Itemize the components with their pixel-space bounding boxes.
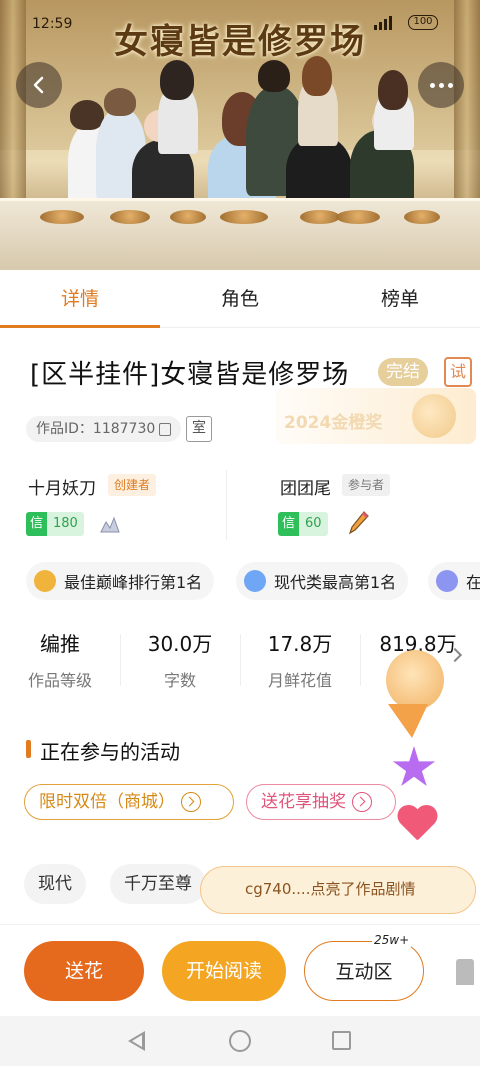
copy-icon <box>159 422 172 436</box>
trial-badge[interactable]: 试 <box>444 357 472 387</box>
back-button[interactable] <box>16 62 62 108</box>
food-plate <box>110 210 150 224</box>
gift-cone-icon <box>388 704 428 738</box>
stat-divider <box>360 634 361 686</box>
tab-ranking[interactable]: 榜单 <box>320 270 480 328</box>
signal-icon <box>374 16 392 30</box>
honor-chip[interactable]: 最佳巅峰排行第1名 <box>26 562 215 600</box>
tab-details[interactable]: 详情 <box>0 270 160 328</box>
stat-label: 作品等级 <box>27 671 92 690</box>
food-plate <box>40 210 84 224</box>
food-plate <box>170 210 206 224</box>
honor-text: 最佳巅峰排行第1名 <box>64 573 203 592</box>
dining-table <box>0 198 480 270</box>
system-nav-bar <box>0 1016 480 1066</box>
interaction-button[interactable]: 互动区 <box>304 941 424 1001</box>
more-button[interactable] <box>418 62 464 108</box>
send-flower-button[interactable]: 送花 <box>24 941 144 1001</box>
author-name[interactable]: 十月妖刀 <box>28 474 96 499</box>
tag-chip[interactable]: 现代 <box>24 864 86 904</box>
avatar-frame-icon <box>100 516 120 533</box>
chevron-right-circle-icon <box>352 792 372 812</box>
tab-roles[interactable]: 角色 <box>160 270 320 328</box>
credit-label: 信 <box>26 512 48 536</box>
stat-label: 月鲜花值 <box>267 671 332 690</box>
category-icon <box>244 570 266 592</box>
credit-badge: 信 180 <box>26 512 84 536</box>
activity-label: 限时双倍（商城） <box>39 792 175 812</box>
honor-text: 现代类最高第1名 <box>274 573 397 592</box>
bottom-action-bar: 送花 开始阅读 互动区 25w+ <box>0 924 480 1016</box>
pencil-icon <box>348 511 369 535</box>
interaction-count: 25w+ <box>372 933 412 947</box>
tag-chip[interactable]: 千万至尊 <box>110 864 206 904</box>
activity-flower-lottery[interactable]: 送花享抽奖 <box>246 784 396 820</box>
more-dots-icon <box>429 82 435 88</box>
tab-active-indicator <box>0 325 160 328</box>
section-marker <box>26 740 31 758</box>
credit-value: 180 <box>47 512 84 536</box>
stat-value: 30.0万 <box>147 632 213 656</box>
credit-badge: 信 60 <box>278 512 328 536</box>
honor-chip[interactable]: 在 <box>428 562 480 600</box>
activities-title: 正在参与的活动 <box>40 740 180 764</box>
stat-level: 编推 作品等级 <box>10 628 110 691</box>
stat-divider <box>120 634 121 686</box>
credit-label: 信 <box>278 512 300 536</box>
food-plate <box>336 210 380 224</box>
stat-word-count: 30.0万 字数 <box>130 628 230 691</box>
activity-double-points[interactable]: 限时双倍（商城） <box>24 784 234 820</box>
role-tag-creator: 创建者 <box>108 474 157 496</box>
activity-notification[interactable]: cg740....点亮了作品剧情 <box>200 866 476 914</box>
list-icon <box>436 570 458 592</box>
character-hair <box>258 60 290 92</box>
honor-text: 在 <box>466 573 480 592</box>
star-icon <box>392 746 436 787</box>
stat-value: 17.8万 <box>267 632 333 656</box>
credit-value: 60 <box>299 512 328 536</box>
mascot-icon[interactable] <box>386 650 444 710</box>
work-id[interactable]: 作品ID：1187730 <box>26 416 182 442</box>
more-dots-icon <box>447 82 453 88</box>
completed-badge: 完结 <box>378 358 428 386</box>
role-tag-member: 参与者 <box>342 474 391 496</box>
more-dots-icon <box>438 82 444 88</box>
battery-icon: 100 <box>408 15 438 30</box>
stat-monthly-flowers: 17.8万 月鲜花值 <box>250 628 350 691</box>
food-plate <box>404 210 440 224</box>
award-text: 2024金橙奖 <box>284 413 383 433</box>
author-name[interactable]: 团团尾 <box>280 474 331 499</box>
work-id-text: 作品ID：1187730 <box>36 421 156 437</box>
work-title: [区半挂件]女寝皆是修罗场 <box>30 360 350 390</box>
character-hair <box>70 100 104 130</box>
character-hair <box>160 60 194 100</box>
rank-icon <box>34 570 56 592</box>
stat-label: 字数 <box>163 671 196 690</box>
activity-label: 送花享抽奖 <box>261 792 346 812</box>
award-emblem-icon <box>412 394 456 438</box>
detail-content: 详情 角色 榜单 2024金橙奖 [区半挂件]女寝皆是修罗场 完结 试 作品ID… <box>0 270 480 924</box>
nav-back-icon[interactable] <box>128 1031 145 1051</box>
author-divider <box>226 470 227 540</box>
like-icon[interactable] <box>456 959 474 985</box>
heart-icon <box>396 806 438 844</box>
stat-value: 编推 <box>40 632 80 656</box>
chevron-left-icon <box>33 76 44 94</box>
status-bar: 12:59 100 <box>0 0 480 34</box>
cover-banner: 女寝皆是修罗场 12:59 100 <box>0 0 480 270</box>
honor-chip[interactable]: 现代类最高第1名 <box>236 562 409 600</box>
room-button[interactable]: 室 <box>186 416 212 442</box>
chevron-right-circle-icon <box>181 792 201 812</box>
character-hair <box>104 88 136 116</box>
tab-bar: 详情 角色 榜单 <box>0 270 480 328</box>
food-plate <box>300 210 340 224</box>
food-plate <box>220 210 268 224</box>
stat-divider <box>240 634 241 686</box>
character-hair <box>378 70 408 110</box>
status-time: 12:59 <box>32 16 73 32</box>
start-reading-button[interactable]: 开始阅读 <box>162 941 286 1001</box>
nav-recents-icon[interactable] <box>332 1031 351 1050</box>
award-banner: 2024金橙奖 <box>276 388 476 444</box>
nav-home-icon[interactable] <box>229 1030 251 1052</box>
